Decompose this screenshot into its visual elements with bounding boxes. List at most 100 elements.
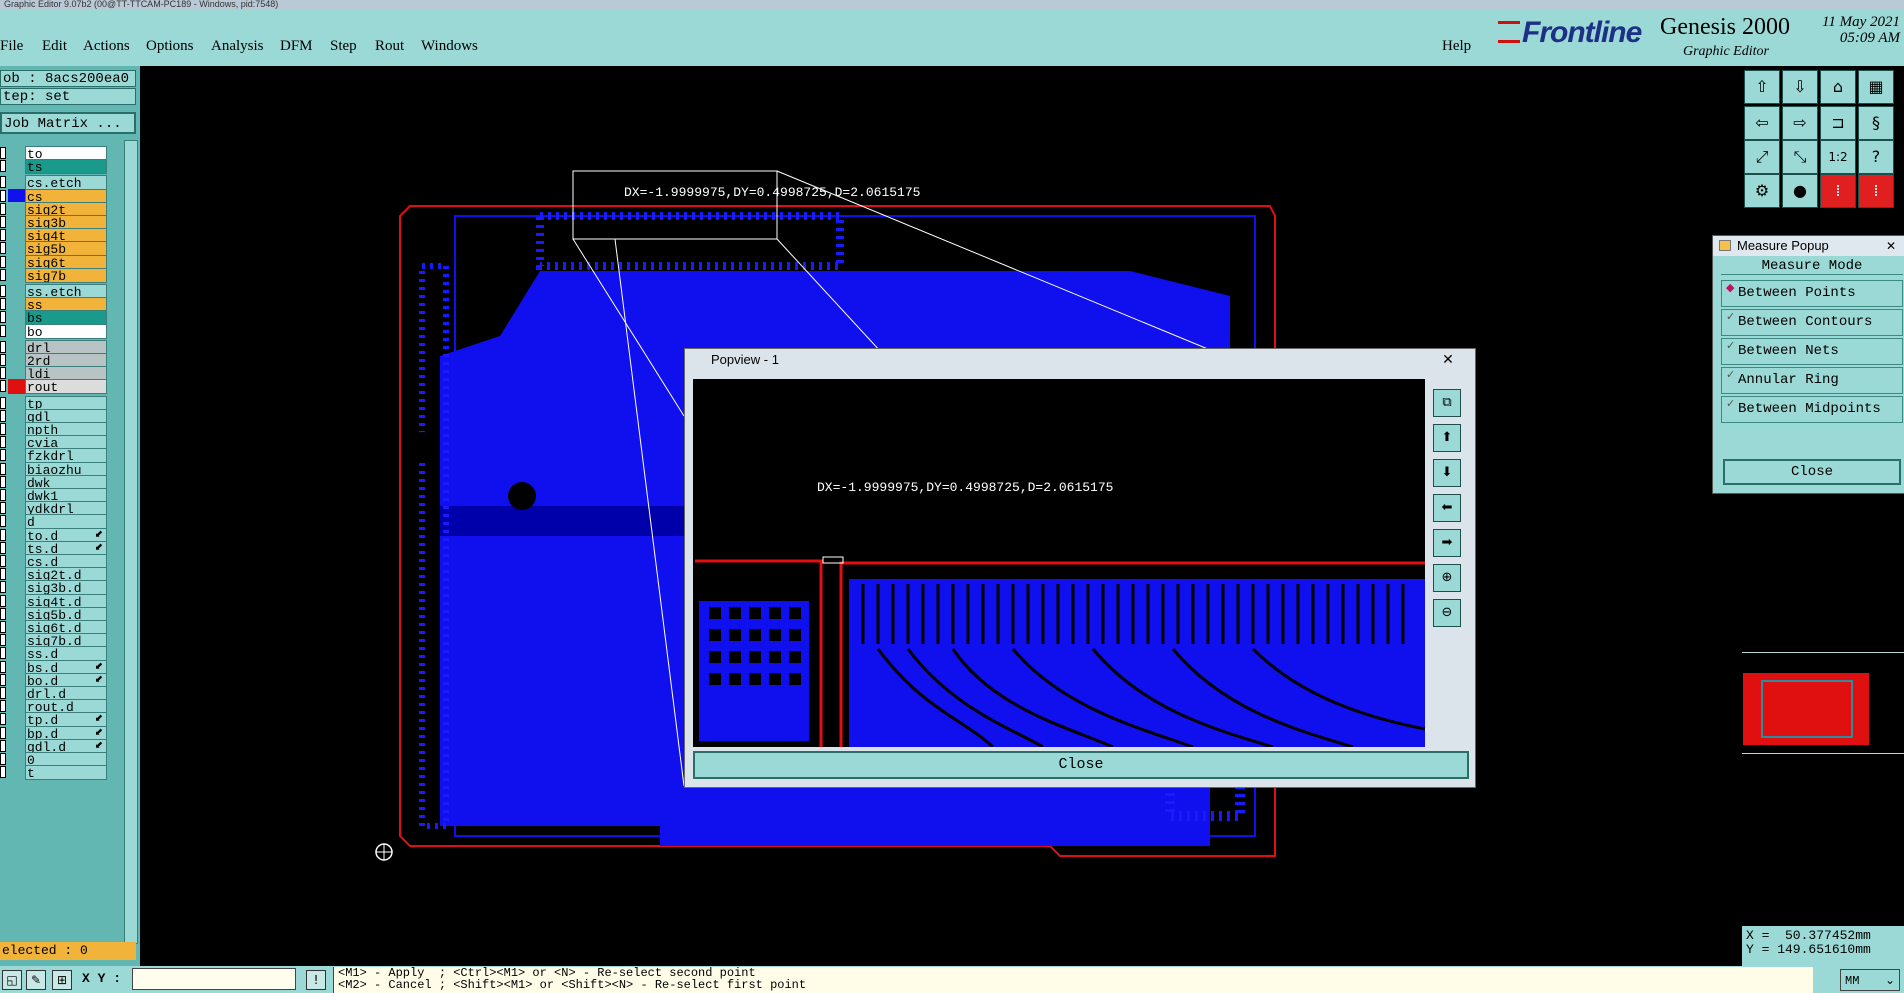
popview-zoom-home-icon[interactable]: ⧉ [1433,389,1461,417]
pan-up-icon[interactable]: ⇧ [1744,70,1780,104]
popview-pan-up-icon[interactable]: ⬆ [1433,424,1461,452]
layer-checkbox[interactable] [0,528,6,541]
layer-checkbox[interactable] [0,242,6,255]
layer-checkbox[interactable] [0,367,6,380]
layer-checkbox[interactable] [0,700,6,713]
zoom-out-icon[interactable]: ⤡ [1782,140,1818,174]
layer-name[interactable]: rout [25,379,107,395]
layer-checkbox[interactable] [0,324,6,337]
menu-rout[interactable]: Rout [375,38,404,55]
menu-dfm[interactable]: DFM [280,38,313,55]
layer-color-swatch[interactable] [8,379,25,395]
menu-windows[interactable]: Windows [421,38,478,55]
layer-checkbox[interactable] [0,621,6,633]
settings-icon[interactable]: ⚙ [1744,174,1780,208]
layer-name[interactable]: ts [25,159,107,175]
layer-checkbox[interactable] [0,298,6,311]
layer-checkbox[interactable] [0,766,6,779]
layer-checkbox[interactable] [0,634,6,647]
layer-checkbox[interactable] [0,660,6,673]
layer-checkbox[interactable] [0,449,6,462]
layer-color-swatch[interactable] [8,159,25,175]
layer-checkbox[interactable] [0,541,6,554]
help-icon[interactable]: ? [1858,140,1894,174]
layer-name[interactable]: t [25,765,107,781]
scale-1-2-icon[interactable]: 1:2 [1820,140,1856,174]
measure-option-annular-ring[interactable]: ✓ Annular Ring [1721,367,1903,394]
layer-checkbox[interactable] [0,409,6,422]
popview-close-icon[interactable]: ✕ [1427,351,1469,369]
layer-name[interactable]: bo [25,323,107,339]
pan-right-icon[interactable]: ⇨ [1782,106,1818,140]
menu-analysis[interactable]: Analysis [211,38,264,55]
layer-checkbox[interactable] [0,147,6,159]
layer-checkbox[interactable] [0,268,6,281]
popview-zoom-out-icon[interactable]: ⊖ [1433,599,1461,627]
layer-color-swatch[interactable] [8,765,25,781]
layer-checkbox[interactable] [0,229,6,242]
navigation-map[interactable] [1742,652,1904,754]
layer-scrollbar[interactable] [124,140,138,944]
layer-checkbox[interactable] [0,607,6,620]
menu-file[interactable]: File [0,38,23,55]
measure-point-icon[interactable]: ● [1782,174,1818,208]
popview-canvas[interactable]: DX=-1.9999975,DY=0.4998725,D=2.0615175 [693,379,1425,747]
menu-actions[interactable]: Actions [83,38,130,55]
layer-checkbox[interactable] [0,176,6,189]
home-icon[interactable]: ⌂ [1820,70,1856,104]
layer-checkbox[interactable] [0,380,6,393]
layer-checkbox[interactable] [0,739,6,752]
layer-checkbox[interactable] [0,581,6,594]
popview-zoom-in-icon[interactable]: ⊕ [1433,564,1461,592]
measure-option-between-nets[interactable]: ✓ Between Nets [1721,338,1903,365]
layer-row[interactable]: t [0,765,108,781]
layer-row[interactable]: ts [0,159,108,175]
layer-checkbox[interactable] [0,594,6,607]
layer-row[interactable]: bo [0,323,108,339]
layer-checkbox[interactable] [0,423,6,435]
menu-options[interactable]: Options [146,38,194,55]
draw-icon[interactable]: ✎ [26,970,46,990]
measure-ring-icon[interactable]: ⁞ [1858,174,1894,208]
info-icon[interactable]: ! [306,970,326,990]
zoom-icon[interactable]: ◱ [2,970,22,990]
layer-checkbox[interactable] [0,189,6,202]
layer-checkbox[interactable] [0,216,6,228]
measure-option-between-points[interactable]: ◆ Between Points [1721,280,1903,307]
measure-option-between-contours[interactable]: ✓ Between Contours [1721,309,1903,336]
layer-checkbox[interactable] [0,436,6,449]
grid-icon[interactable]: ⊞ [52,970,72,990]
layer-row[interactable]: sig7b [0,267,108,283]
zoom-in-icon[interactable]: ⤢ [1744,140,1780,174]
layer-checkbox[interactable] [0,475,6,488]
layer-checkbox[interactable] [0,753,6,765]
layer-checkbox[interactable] [0,285,6,297]
measure-close-button[interactable]: Close [1723,459,1901,485]
layer-checkbox[interactable] [0,502,6,515]
layer-color-swatch[interactable] [8,323,25,339]
layer-checkbox[interactable] [0,255,6,268]
menu-help[interactable]: Help [1442,38,1471,55]
layer-checkbox[interactable] [0,726,6,739]
units-selector[interactable]: MM ⌄ [1840,969,1900,991]
layer-checkbox[interactable] [0,568,6,581]
layer-checkbox[interactable] [0,340,6,353]
layer-checkbox[interactable] [0,713,6,726]
layer-checkbox[interactable] [0,354,6,366]
measure-option-between-midpoints[interactable]: ✓ Between Midpoints [1721,396,1903,423]
pan-down-icon[interactable]: ⇩ [1782,70,1818,104]
layer-checkbox[interactable] [0,160,6,173]
snap-icon[interactable]: ⊐ [1820,106,1856,140]
measure-nets-icon[interactable]: ⁞ [1820,174,1856,208]
xy-input[interactable] [132,968,296,990]
layer-checkbox[interactable] [0,396,6,409]
popview-pan-down-icon[interactable]: ⬇ [1433,459,1461,487]
layer-row[interactable]: rout [0,379,108,395]
layer-name[interactable]: sig7b [25,267,107,283]
layer-checkbox[interactable] [0,311,6,324]
popview-pan-right-icon[interactable]: ➡ [1433,529,1461,557]
menu-step[interactable]: Step [330,38,357,55]
layer-checkbox[interactable] [0,489,6,501]
layer-checkbox[interactable] [0,555,6,567]
window-icon[interactable]: ▦ [1858,70,1894,104]
